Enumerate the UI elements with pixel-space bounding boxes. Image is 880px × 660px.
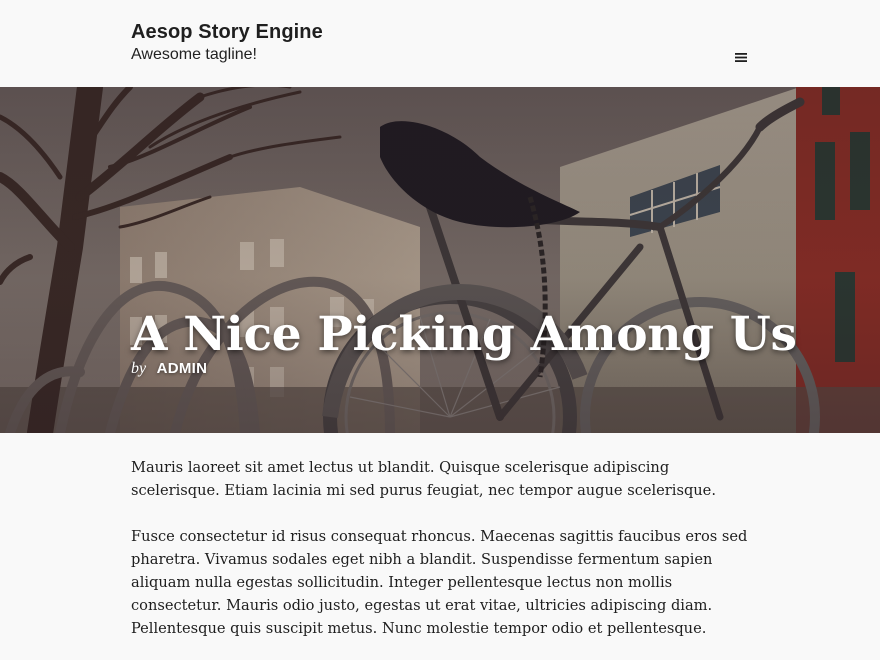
hamburger-menu-icon[interactable]	[730, 47, 752, 67]
site-tagline: Awesome tagline!	[131, 46, 257, 63]
site-title-link[interactable]: Aesop Story Engine	[131, 21, 323, 44]
post-byline: by ADMIN	[131, 360, 207, 378]
post-title: A Nice Picking Among Us	[131, 307, 797, 362]
hero-banner: A Nice Picking Among Us by ADMIN	[0, 87, 880, 433]
post-content: Mauris laoreet sit amet lectus ut blandi…	[131, 456, 751, 660]
byline-prefix: by	[131, 360, 147, 377]
hero-background-image	[0, 87, 880, 433]
site-header: Aesop Story Engine Awesome tagline!	[0, 0, 880, 87]
content-paragraph: Mauris laoreet sit amet lectus ut blandi…	[131, 459, 716, 499]
author-link[interactable]: ADMIN	[157, 360, 208, 377]
content-paragraph: Fusce consectetur id risus consequat rho…	[131, 528, 748, 637]
